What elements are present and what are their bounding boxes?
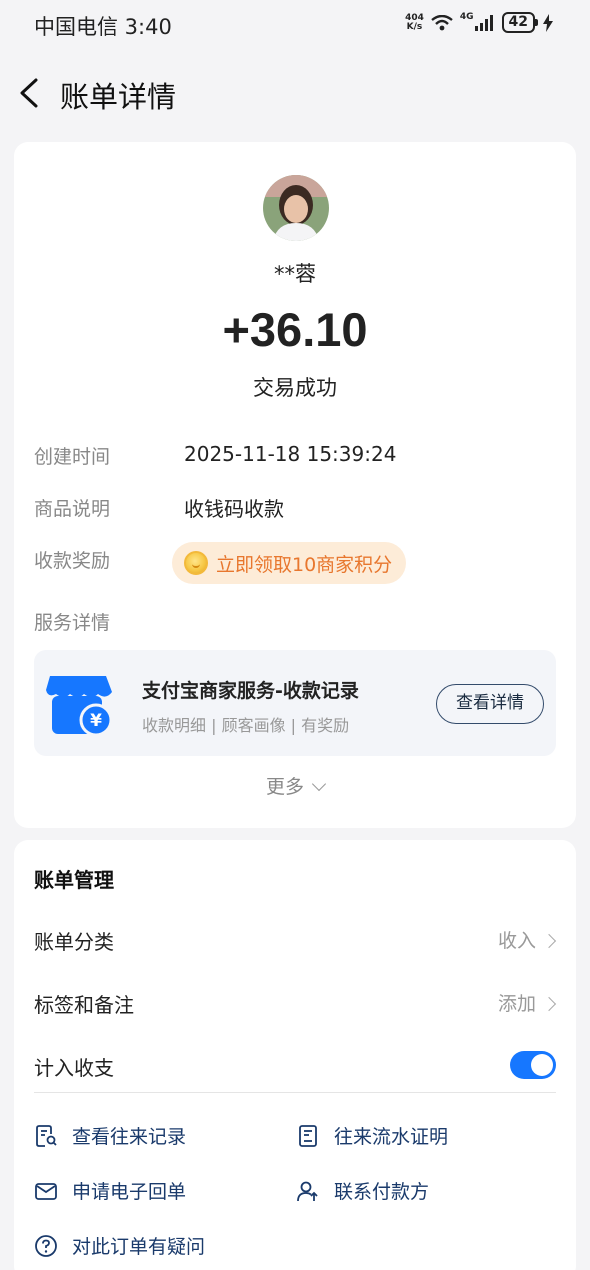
chevron-right-icon [541,996,557,1012]
bill-category-label: 账单分类 [34,930,114,954]
page-header: 账单详情 [0,68,590,118]
statement-proof-text: 往来流水证明 [334,1126,449,1148]
view-details-button[interactable]: 查看详情 [436,684,544,724]
service-label: 服务详情 [34,612,111,634]
reward-button[interactable]: 立即领取10商家积分 [172,542,407,584]
statement-proof-link[interactable]: 往来流水证明 [296,1122,448,1149]
avatar[interactable] [263,175,329,241]
include-budget-label: 计入收支 [34,1056,114,1080]
transaction-card: **蓉 +36.10 交易成功 创建时间 2025-11-18 15:39:24… [14,142,576,828]
payer-name: **蓉 [274,262,316,286]
carrier-time: 中国电信 3:40 [34,15,172,39]
order-question-text: 对此订单有疑问 [72,1236,206,1258]
include-budget-row: 计入收支 [14,1038,576,1094]
bill-management-card: 账单管理 账单分类 收入 标签和备注 添加 计入收支 查看往来记录 往来流水证明… [14,840,576,1270]
status-icons: 404 K/s 4G 42 [405,12,554,33]
svg-text:¥: ¥ [90,711,102,731]
network-type: 4G [459,11,474,22]
speed-unit: K/s [406,21,423,32]
tags-notes-label: 标签和备注 [34,993,134,1017]
contact-payer-text: 联系付款方 [334,1181,430,1203]
created-time-label: 创建时间 [34,446,111,468]
signal-icon [474,14,493,31]
tags-notes-value: 添加 [497,993,536,1015]
transaction-amount: +36.10 [222,303,368,356]
shop-icon: ¥ [46,676,113,737]
page-title: 账单详情 [60,80,177,114]
reward-label: 收款奖励 [34,550,111,572]
bill-category-value: 收入 [497,930,536,952]
service-title: 支付宝商家服务-收款记录 [142,680,359,702]
coin-icon [184,551,208,575]
status-bar: 中国电信 3:40 404 K/s 4G 42 [0,0,590,48]
search-document-icon [36,1124,57,1147]
transaction-status: 交易成功 [253,376,337,400]
charging-icon [543,13,553,32]
wifi-icon [431,14,453,30]
view-history-text: 查看往来记录 [72,1126,187,1148]
service-subtitle: 收款明细 | 顾客画像 | 有奖励 [142,716,350,735]
tags-notes-row[interactable]: 标签和备注 添加 [14,975,576,1031]
created-time-value: 2025-11-18 15:39:24 [184,442,397,466]
divider [34,1092,556,1093]
reward-text: 立即领取10商家积分 [216,553,393,576]
contact-payer-link[interactable]: 联系付款方 [296,1177,429,1204]
chevron-down-icon [311,776,327,792]
bill-category-row[interactable]: 账单分类 收入 [14,912,576,968]
network-speed: 404 K/s [405,13,424,32]
e-receipt-link[interactable]: 申请电子回单 [34,1177,186,1204]
view-history-link[interactable]: 查看往来记录 [34,1122,186,1149]
order-question-link[interactable]: 对此订单有疑问 [34,1232,205,1259]
more-label: 更多 [265,776,304,798]
section-title: 账单管理 [34,868,114,892]
product-value: 收钱码收款 [184,497,284,521]
contact-user-icon [297,1181,318,1201]
battery-indicator: 42 [501,12,539,33]
chevron-left-icon[interactable] [14,76,48,110]
e-receipt-text: 申请电子回单 [72,1181,187,1203]
product-label: 商品说明 [34,498,111,520]
mail-icon [35,1182,57,1200]
document-icon [299,1124,317,1147]
merchant-service-card[interactable]: ¥ 支付宝商家服务-收款记录 收款明细 | 顾客画像 | 有奖励 查看详情 [34,650,556,756]
chevron-right-icon [541,933,557,949]
more-button[interactable]: 更多 [14,772,576,799]
question-icon [35,1234,57,1257]
include-budget-toggle[interactable] [510,1051,556,1079]
